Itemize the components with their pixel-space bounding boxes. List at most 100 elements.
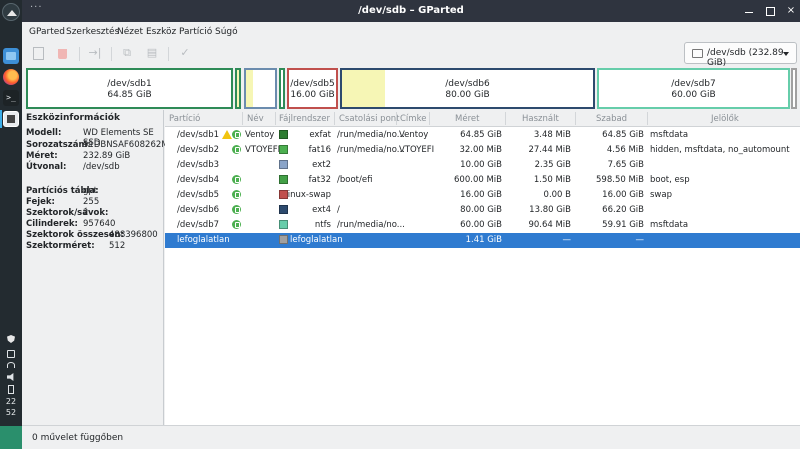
table-row[interactable]: /dev/sdb6 ext4 / 80.00 GiB 13.80 GiB 66.20 Gi… (165, 203, 800, 218)
cell-used: — (562, 235, 572, 245)
col-header-mountpoint[interactable]: Csatolási pont (339, 114, 399, 124)
resize-move-icon[interactable]: →| (88, 46, 102, 60)
launcher-icon[interactable] (2, 3, 20, 21)
table-row[interactable]: /dev/sdb1 Ventoy exfat/run/media/no... Vent… (165, 128, 800, 143)
table-row[interactable]: /dev/sdb5 linux-swap 16.00 GiB 0.00 B 16.00 … (165, 188, 800, 203)
info-key: Útvonal: (26, 162, 67, 172)
cell-name: Ventoy (245, 130, 275, 140)
mounted-lock-icon (232, 130, 241, 139)
cell-used: 2.35 GiB (534, 160, 571, 170)
col-header-name[interactable]: Név (247, 114, 264, 124)
battery-icon[interactable] (8, 385, 14, 394)
cell-partition: /dev/sdb4 (177, 175, 220, 185)
segment-size: 80.00 GiB (445, 90, 490, 100)
col-separator[interactable] (647, 112, 648, 125)
diskmap-segment-sdb3[interactable] (244, 68, 277, 109)
cell-size: 32.00 MiB (459, 145, 502, 155)
toolbar: →| ⧉ ▤ ↶ ✓ /dev/sdb (232.89 GiB) (22, 42, 800, 68)
col-separator[interactable] (396, 112, 397, 125)
desktop-pager[interactable] (0, 426, 22, 449)
terminal-icon[interactable]: >_ (3, 90, 19, 106)
device-selector[interactable]: /dev/sdb (232.89 GiB) (684, 42, 797, 68)
minimize-icon[interactable] (744, 6, 754, 16)
info-key: Szektorméret: (26, 241, 95, 251)
table-row[interactable]: /dev/sdb2 VTOYEFI fat16/run/media/no... VTO… (165, 143, 800, 158)
clock-minute[interactable]: 52 (0, 408, 22, 417)
filesystem-color-swatch (279, 190, 288, 199)
cell-free: 4.56 MiB (606, 145, 644, 155)
cell-flags: swap (650, 190, 672, 200)
gparted-icon[interactable] (3, 111, 19, 127)
col-separator[interactable] (575, 112, 576, 125)
paste-icon[interactable]: ▤ (145, 46, 159, 60)
toolbar-separator (79, 47, 80, 61)
col-separator[interactable] (275, 112, 276, 125)
delete-partition-icon[interactable] (56, 46, 70, 60)
col-separator[interactable] (429, 112, 430, 125)
network-icon[interactable] (7, 362, 15, 368)
menu-gparted[interactable]: GParted (29, 27, 65, 37)
menu-particio[interactable]: Partíció (179, 27, 212, 37)
shield-icon[interactable] (7, 335, 15, 343)
cell-partition: /dev/sdb1 (177, 130, 220, 140)
diskmap-segment-sdb6[interactable]: /dev/sdb6 80.00 GiB (340, 68, 595, 109)
col-header-filesystem[interactable]: Fájlrendszer (279, 114, 330, 124)
volume-icon[interactable] (7, 373, 14, 381)
firefox-icon[interactable] (3, 69, 19, 85)
table-row[interactable]: /dev/sdb7 ntfs/run/media/no... 60.00 GiB 90… (165, 218, 800, 233)
diskmap-segment-sdb5[interactable]: /dev/sdb5 16.00 GiB (287, 68, 338, 109)
col-header-used[interactable]: Használt (522, 114, 559, 124)
col-header-flags[interactable]: Jelölők (711, 114, 739, 124)
file-manager-icon[interactable] (3, 48, 19, 64)
maximize-icon[interactable] (765, 6, 775, 16)
col-separator[interactable] (242, 112, 243, 125)
apply-icon[interactable]: ✓ (178, 46, 192, 60)
diskmap-segment-sdb7[interactable]: /dev/sdb7 60.00 GiB (597, 68, 790, 109)
diskmap-segment-sdb4[interactable] (279, 68, 285, 109)
filesystem-color-swatch (279, 220, 288, 229)
cell-partition: /dev/sdb6 (177, 205, 220, 215)
mounted-lock-icon (232, 190, 241, 199)
clipboard-icon[interactable] (7, 350, 15, 358)
diskmap-segment-sdb1[interactable]: /dev/sdb1 64.85 GiB (26, 68, 233, 109)
filesystem-color-swatch (279, 130, 288, 139)
diskmap-segment-sdb2[interactable] (235, 68, 241, 109)
menu-szerkesztes[interactable]: Szerkesztés (66, 27, 119, 37)
table-row[interactable]: /dev/sdb3 ext2 10.00 GiB 2.35 GiB 7.65 GiB (165, 158, 800, 173)
window-titlebar[interactable]: ··· /dev/sdb – GParted × (22, 0, 800, 22)
cell-flags: msftdata (650, 220, 689, 230)
cell-size: 60.00 GiB (460, 220, 502, 230)
cell-mount: /run/media/no... (337, 145, 405, 155)
new-partition-icon[interactable] (31, 46, 45, 60)
filesystem-color-swatch (279, 205, 288, 214)
close-icon[interactable]: × (786, 6, 796, 16)
table-row[interactable]: lefoglalatlan lefoglalatlan 1.41 GiB — — (165, 233, 800, 248)
segment-name: /dev/sdb1 (107, 79, 152, 89)
info-key: Cilinderek: (26, 219, 78, 229)
cell-free: 7.65 GiB (607, 160, 644, 170)
device-selector-label: /dev/sdb (232.89 GiB) (707, 48, 784, 68)
col-header-label[interactable]: Címke (400, 114, 426, 124)
col-separator[interactable] (505, 112, 506, 125)
col-header-partition[interactable]: Partíció (169, 114, 200, 124)
table-row[interactable]: /dev/sdb4 fat32/boot/efi 600.00 MiB 1.50 Mi… (165, 173, 800, 188)
menu-eszkoz[interactable]: Eszköz (146, 27, 176, 37)
menu-sugo[interactable]: Súgó (215, 27, 238, 37)
cell-used: 27.44 MiB (528, 145, 571, 155)
used-fill (237, 70, 239, 107)
menu-nezet[interactable]: Nézet (117, 27, 143, 37)
cell-free: 16.00 GiB (602, 190, 644, 200)
clock-hour[interactable]: 22 (0, 397, 22, 406)
diskmap-segment-unallocated[interactable] (791, 68, 797, 109)
filesystem-color-swatch (279, 235, 288, 244)
col-header-free[interactable]: Szabad (596, 114, 627, 124)
cell-used: 13.80 GiB (529, 205, 571, 215)
copy-icon[interactable]: ⧉ (120, 46, 134, 60)
used-fill (246, 70, 254, 107)
toolbar-separator (168, 47, 169, 61)
cell-flags: hidden, msftdata, no_automount (650, 145, 790, 155)
col-header-size[interactable]: Méret (455, 114, 479, 124)
mounted-lock-icon (232, 145, 241, 154)
col-separator[interactable] (334, 112, 335, 125)
cell-size: 16.00 GiB (460, 190, 502, 200)
